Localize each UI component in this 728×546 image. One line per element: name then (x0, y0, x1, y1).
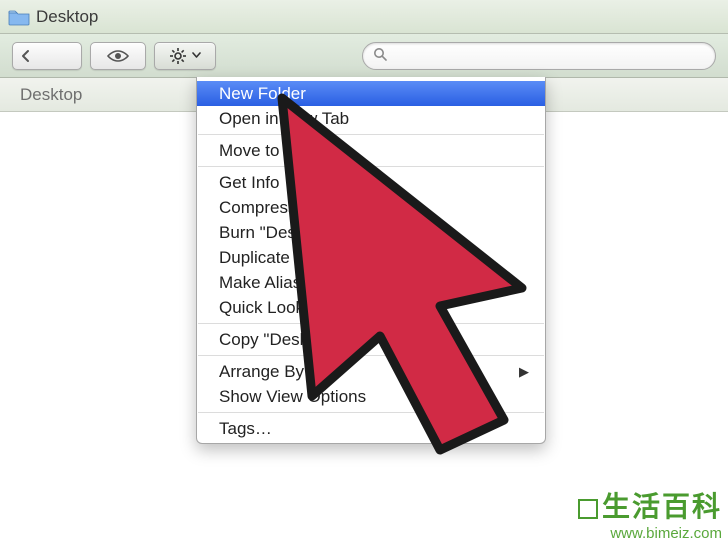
chevron-left-icon (19, 49, 33, 63)
menu-item-tags[interactable]: Tags… (197, 416, 545, 441)
menu-item-get-info[interactable]: Get Info (197, 170, 545, 195)
menu-item-duplicate[interactable]: Duplicate (197, 245, 545, 270)
menu-item-label: Open in New Tab (219, 109, 349, 129)
menu-item-label: Burn "Desktop" to Disc… (219, 223, 408, 243)
submenu-arrow-icon: ▶ (519, 364, 529, 380)
menu-item-open-new-tab[interactable]: Open in New Tab (197, 106, 545, 131)
menu-item-make-alias[interactable]: Make Alias (197, 270, 545, 295)
chevron-down-icon (192, 52, 201, 59)
menu-item-copy[interactable]: Copy "Desktop" (197, 327, 545, 352)
action-dropdown-menu: New Folder Open in New Tab Move to Trash… (196, 77, 546, 444)
menu-item-label: Move to Trash (219, 141, 327, 161)
menu-separator (198, 134, 544, 135)
action-menu-button[interactable] (154, 42, 216, 70)
menu-item-label: Duplicate (219, 248, 290, 268)
menu-item-move-to-trash[interactable]: Move to Trash (197, 138, 545, 163)
window-title: Desktop (36, 7, 98, 27)
search-field[interactable] (362, 42, 716, 70)
menu-separator (198, 355, 544, 356)
menu-item-burn[interactable]: Burn "Desktop" to Disc… (197, 220, 545, 245)
quicklook-button[interactable] (90, 42, 146, 70)
toolbar (0, 34, 728, 78)
folder-icon (8, 8, 30, 26)
watermark-text-cn: 生活百科 (602, 491, 722, 522)
search-icon (373, 47, 387, 65)
eye-icon (106, 49, 130, 63)
search-input[interactable] (393, 48, 705, 64)
menu-item-new-folder[interactable]: New Folder (197, 81, 545, 106)
menu-item-label: Arrange By (219, 362, 304, 382)
menu-item-label: Copy "Desktop" (219, 330, 338, 350)
menu-item-label: Get Info (219, 173, 279, 193)
menu-item-label: Make Alias (219, 273, 301, 293)
gear-icon (169, 47, 187, 65)
menu-item-arrange-by[interactable]: Arrange By ▶ (197, 359, 545, 384)
menu-item-label: Tags… (219, 419, 272, 439)
menu-item-compress[interactable]: Compress "Desktop" (197, 195, 545, 220)
menu-item-label: Show View Options (219, 387, 366, 407)
menu-item-label: Compress "Desktop" (219, 198, 376, 218)
menu-separator (198, 166, 544, 167)
menu-item-quick-look[interactable]: Quick Look "Desktop" (197, 295, 545, 320)
menu-separator (198, 412, 544, 413)
back-button[interactable] (12, 42, 82, 70)
breadcrumb[interactable]: Desktop (20, 85, 82, 105)
window-titlebar: Desktop (0, 0, 728, 34)
watermark-box-icon (578, 499, 598, 519)
menu-item-label: New Folder (219, 84, 306, 104)
watermark-url: www.bimeiz.com (578, 525, 722, 542)
menu-item-show-view-options[interactable]: Show View Options (197, 384, 545, 409)
menu-item-label: Quick Look "Desktop" (219, 298, 383, 318)
watermark: 生活百科 www.bimeiz.com (578, 485, 722, 542)
menu-separator (198, 323, 544, 324)
